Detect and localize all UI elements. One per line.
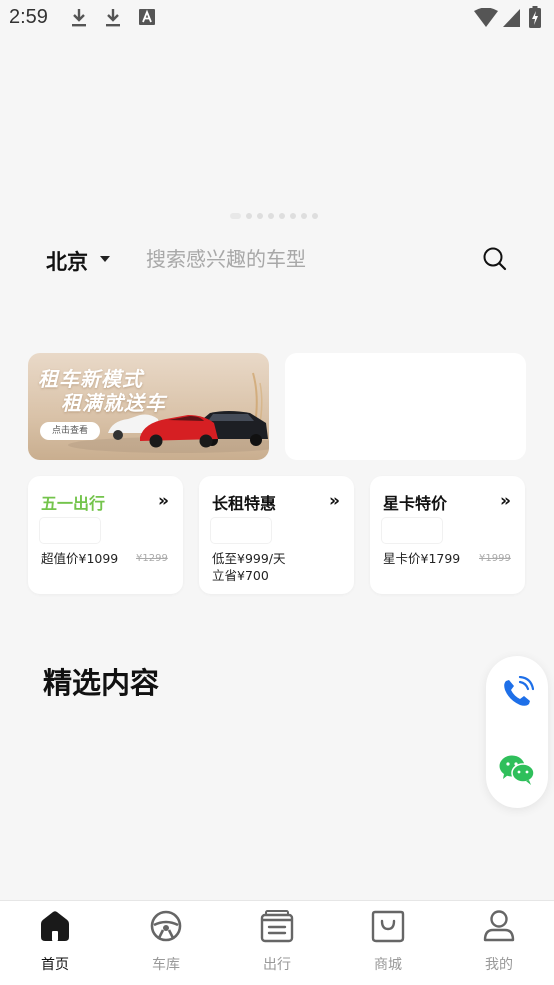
banner-indicator (230, 212, 318, 220)
user-icon[interactable] (482, 909, 516, 943)
banner-dot[interactable] (312, 213, 318, 219)
deal-price: 星卡价¥1799 (383, 551, 461, 566)
banner-dot[interactable] (290, 213, 296, 219)
promo-view-button[interactable]: 点击查看 (40, 422, 100, 440)
banner-dot[interactable] (268, 213, 274, 219)
double-chevron-right-icon: » (329, 491, 340, 511)
promo-banner[interactable]: 租车新模式 租满就送车 点击查看 (28, 353, 269, 460)
deal-placeholder (211, 518, 271, 543)
nav-label: 首页 (41, 957, 69, 973)
nav-label: 车库 (152, 957, 180, 973)
wifi-icon (474, 8, 498, 27)
promo-title-line2: 租满就送车 (61, 391, 166, 415)
nav-item-shop[interactable]: 商城 (333, 901, 443, 985)
deal-title: 五一出行 (41, 494, 106, 513)
deal-card[interactable]: 长租特惠 » 低至¥999/天 立省¥700 (199, 476, 354, 594)
download-icon (106, 9, 120, 27)
shopping-bag-icon[interactable] (371, 909, 405, 943)
banner-dot[interactable] (257, 213, 263, 219)
search-icon[interactable] (482, 246, 508, 272)
steering-wheel-icon[interactable] (149, 909, 183, 943)
nav-item-travel[interactable]: 出行 (222, 901, 332, 985)
status-bar: 2:59 (0, 0, 554, 36)
nav-label: 我的 (485, 957, 513, 973)
promo-banner-secondary[interactable] (285, 353, 526, 460)
contact-panel (486, 656, 548, 808)
deal-price: 低至¥999/天 (212, 551, 286, 566)
caret-down-icon[interactable] (100, 256, 110, 262)
deal-placeholder (382, 518, 442, 543)
bottom-nav: 首页 车库 出行 商城 我的 (0, 900, 554, 985)
deal-old-price: ¥1999 (479, 553, 511, 564)
search-input[interactable] (146, 244, 466, 274)
deal-price: 超值价¥1099 (41, 551, 119, 566)
banner-dot[interactable] (230, 213, 241, 219)
deal-card[interactable]: 星卡特价 » 星卡价¥1799 ¥1999 (370, 476, 525, 594)
deal-card[interactable]: 五一出行 » 超值价¥1099 ¥1299 (28, 476, 183, 594)
home-icon[interactable] (38, 909, 72, 943)
double-chevron-right-icon: » (500, 491, 511, 511)
phone-icon[interactable] (500, 676, 534, 710)
nav-item-mine[interactable]: 我的 (444, 901, 554, 985)
double-chevron-right-icon: » (158, 491, 169, 511)
banner-dot[interactable] (246, 213, 252, 219)
banner-dot[interactable] (301, 213, 307, 219)
wechat-icon[interactable] (499, 754, 535, 786)
status-time: 2:59 (9, 6, 48, 28)
banner-dot[interactable] (279, 213, 285, 219)
deal-placeholder (40, 518, 100, 543)
nav-label: 出行 (263, 957, 291, 973)
nav-label: 商城 (374, 957, 402, 973)
deal-old-price: ¥1299 (136, 553, 168, 564)
battery-icon (529, 6, 541, 28)
list-box-icon[interactable] (260, 909, 294, 943)
signal-icon (503, 9, 520, 27)
deal-title: 星卡特价 (383, 494, 448, 513)
city-label[interactable]: 北京 (46, 246, 88, 276)
download-icon (72, 9, 86, 27)
nav-item-home[interactable]: 首页 (0, 901, 110, 985)
nav-item-garage[interactable]: 车库 (111, 901, 221, 985)
section-title: 精选内容 (43, 666, 160, 700)
deal-title: 长租特惠 (212, 494, 277, 513)
deal-price-saving: 立省¥700 (212, 568, 269, 583)
font-a-icon (139, 9, 155, 25)
